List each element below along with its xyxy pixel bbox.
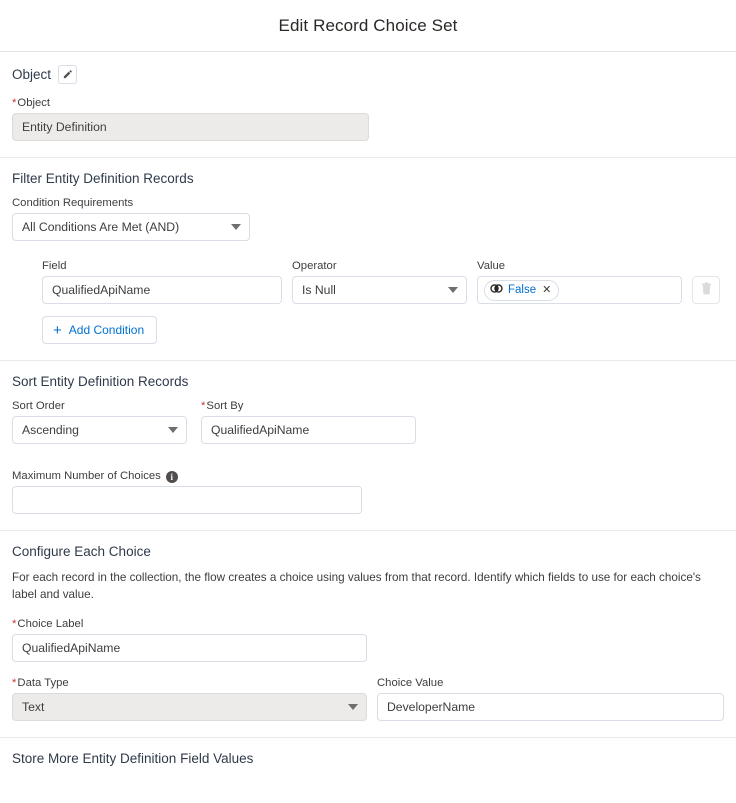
filter-section-title: Filter Entity Definition Records (12, 171, 194, 186)
value-pill-label: False (508, 284, 537, 296)
choice-label-input[interactable] (12, 634, 367, 662)
condition-requirements-select-wrap: All Conditions Are Met (AND) (12, 213, 250, 241)
choice-type-value-row: *Data Type Text Choice Value (12, 676, 724, 721)
required-indicator: * (12, 97, 17, 109)
condition-value-label: Value (477, 260, 506, 272)
sort-row: Sort Order Ascending *Sort By (12, 399, 724, 444)
choice-value-label: Choice Value (377, 677, 444, 689)
close-icon[interactable]: ✕ (542, 284, 551, 296)
configure-section-title: Configure Each Choice (12, 544, 151, 559)
sort-section: Sort Entity Definition Records Sort Orde… (0, 361, 736, 531)
object-section-header: Object (12, 65, 724, 84)
object-field-label-text: Object (17, 97, 51, 109)
configure-each-choice-section: Configure Each Choice For each record in… (0, 531, 736, 738)
data-type-label-text: Data Type (17, 677, 69, 689)
info-icon[interactable]: i (165, 471, 178, 483)
required-indicator: * (12, 677, 17, 689)
object-input[interactable] (12, 113, 369, 141)
sort-by-label-text: Sort By (206, 400, 244, 412)
data-type-select[interactable]: Text (12, 693, 367, 721)
required-indicator: * (201, 400, 206, 412)
max-choices-label-text: Maximum Number of Choices (12, 470, 161, 482)
filter-section: Filter Entity Definition Records Conditi… (0, 158, 736, 361)
choice-value-group: Choice Value (377, 676, 724, 721)
store-section-title: Store More Entity Definition Field Value… (12, 751, 254, 766)
condition-operator-group: Operator Is Null (292, 259, 467, 304)
plus-icon: + (53, 321, 62, 339)
condition-value-input[interactable]: False ✕ (477, 276, 682, 304)
sort-by-group: *Sort By (201, 399, 416, 444)
condition-field-input[interactable] (42, 276, 282, 304)
condition-delete-group (692, 276, 724, 304)
condition-value-group: Value False ✕ (477, 259, 682, 304)
sort-order-select[interactable]: Ascending (12, 416, 187, 444)
pencil-icon-button[interactable] (58, 65, 78, 84)
condition-field-group: Field (42, 259, 282, 304)
value-pill[interactable]: False ✕ (484, 279, 560, 301)
sort-order-select-wrap: Ascending (12, 416, 187, 444)
object-field-group: *Object (12, 96, 369, 141)
sort-by-input[interactable] (201, 416, 416, 444)
condition-operator-select[interactable]: Is Null (292, 276, 467, 304)
object-section: Object *Object (0, 52, 736, 158)
choice-label-label: *Choice Label (12, 617, 367, 631)
sort-order-group: Sort Order Ascending (12, 399, 187, 444)
edit-record-choice-set-modal: Edit Record Choice Set Object *Object Fi… (0, 0, 736, 803)
page-title: Edit Record Choice Set (278, 15, 458, 35)
required-indicator: * (12, 618, 17, 630)
condition-requirements-select[interactable]: All Conditions Are Met (AND) (12, 213, 250, 241)
data-type-group: *Data Type Text (12, 676, 367, 721)
trash-icon (701, 282, 712, 298)
condition-operator-select-wrap: Is Null (292, 276, 467, 304)
configure-section-description: For each record in the collection, the f… (12, 571, 701, 601)
delete-condition-button[interactable] (692, 276, 720, 304)
choice-value-input[interactable] (377, 693, 724, 721)
sort-by-label: *Sort By (201, 399, 416, 413)
condition-requirements-group: Condition Requirements All Conditions Ar… (12, 196, 250, 241)
condition-row: Field Operator Is Null Value (42, 259, 724, 304)
data-type-label: *Data Type (12, 676, 367, 690)
sort-section-title: Sort Entity Definition Records (12, 374, 189, 389)
condition-field-label: Field (42, 260, 67, 272)
pencil-icon (62, 69, 73, 80)
merge-field-icon (490, 283, 503, 297)
add-condition-label: Add Condition (68, 323, 145, 337)
modal-header: Edit Record Choice Set (0, 0, 736, 52)
choice-label-group: *Choice Label (12, 617, 367, 662)
sort-order-label: Sort Order (12, 400, 65, 412)
store-more-field-values-section: Store More Entity Definition Field Value… (0, 738, 736, 766)
choice-label-label-text: Choice Label (17, 618, 84, 630)
max-choices-label: Maximum Number of Choices i (12, 469, 178, 483)
condition-list: Field Operator Is Null Value (12, 259, 724, 344)
max-choices-group: Maximum Number of Choices i (12, 466, 362, 514)
add-condition-button[interactable]: + Add Condition (42, 316, 158, 344)
object-field-label: *Object (12, 96, 369, 110)
condition-requirements-label: Condition Requirements (12, 197, 134, 209)
condition-operator-label: Operator (292, 260, 337, 272)
data-type-select-wrap: Text (12, 693, 367, 721)
object-section-title: Object (12, 67, 52, 82)
max-choices-input[interactable] (12, 486, 362, 514)
